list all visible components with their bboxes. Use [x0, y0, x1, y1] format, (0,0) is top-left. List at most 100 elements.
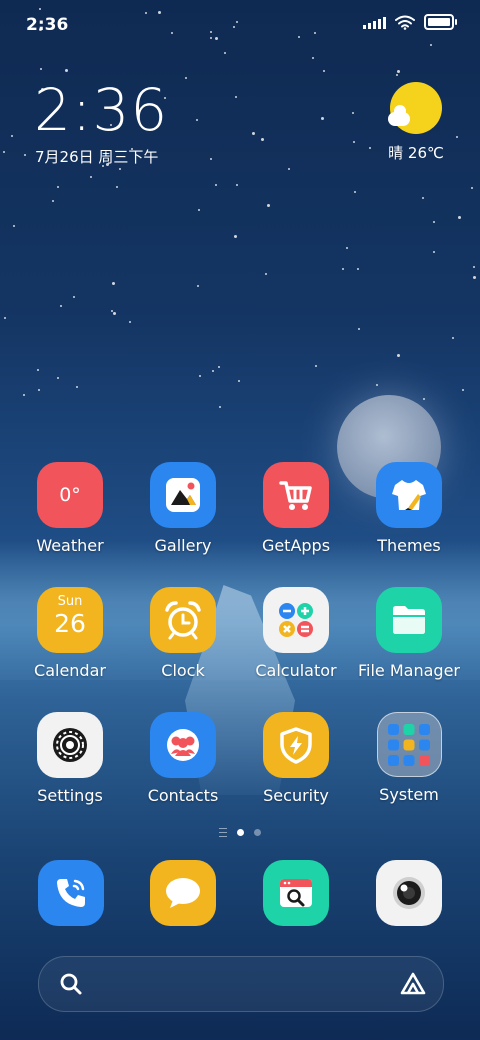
app-label: Gallery — [154, 536, 212, 555]
status-time: 2:36 — [26, 15, 69, 35]
app-label: Contacts — [147, 786, 219, 805]
star — [234, 235, 237, 238]
widget-clock[interactable]: 2:36 — [34, 78, 168, 142]
star — [369, 147, 371, 149]
app-themes[interactable]: Themes — [354, 462, 464, 555]
app-system-folder[interactable]: System — [354, 712, 464, 804]
star — [342, 268, 344, 270]
gear-icon — [37, 712, 103, 778]
app-getapps[interactable]: GetApps — [241, 462, 351, 555]
star — [261, 138, 264, 141]
search-icon[interactable] — [59, 972, 83, 996]
alarm-clock-icon — [150, 587, 216, 653]
folder-icon — [376, 587, 442, 653]
star — [65, 69, 68, 72]
star — [315, 365, 317, 367]
weather-summary: 晴 26℃ — [388, 144, 444, 162]
widget-date[interactable]: 7月26日 周三下午 — [35, 146, 158, 167]
app-label: Weather — [36, 536, 104, 555]
star — [60, 305, 62, 307]
star — [11, 135, 13, 137]
star — [397, 70, 400, 73]
signal-icon — [363, 15, 386, 29]
app-label: System — [379, 785, 439, 804]
app-label: Clock — [161, 661, 205, 680]
app-label: Calculator — [255, 661, 337, 680]
sunny-icon — [388, 82, 442, 134]
status-bar: 2:36 — [0, 0, 480, 50]
star — [265, 273, 267, 275]
star — [396, 74, 398, 76]
star — [354, 191, 356, 193]
star — [312, 57, 314, 59]
star — [376, 384, 378, 386]
star — [196, 119, 198, 121]
star — [433, 221, 435, 223]
page-dot[interactable] — [254, 829, 261, 836]
star — [346, 247, 348, 249]
star — [111, 310, 113, 312]
search-bar[interactable] — [38, 956, 444, 1012]
star — [215, 184, 217, 186]
star — [224, 52, 226, 54]
drawer-lines-icon — [219, 828, 227, 837]
star — [57, 186, 59, 188]
app-calculator[interactable]: Calculator — [241, 587, 351, 680]
gallery-icon — [150, 462, 216, 528]
battery-icon — [424, 14, 457, 30]
star — [456, 136, 458, 138]
page-dot-active[interactable] — [237, 829, 244, 836]
dock-phone[interactable] — [38, 860, 104, 926]
app-weather[interactable]: 0° Weather — [15, 462, 125, 555]
star — [113, 312, 116, 315]
star — [219, 406, 221, 408]
message-icon — [166, 878, 200, 908]
browser-search-icon — [280, 879, 312, 907]
star — [235, 96, 237, 98]
star — [353, 141, 355, 143]
star — [40, 68, 42, 70]
star — [433, 251, 435, 253]
app-settings[interactable]: Settings — [15, 712, 125, 805]
app-calendar[interactable]: Sun 26 Calendar — [15, 587, 125, 680]
star — [112, 282, 115, 285]
star — [323, 70, 325, 72]
star — [76, 386, 78, 388]
dock-browser[interactable] — [263, 860, 329, 926]
star — [473, 266, 475, 268]
star — [288, 168, 290, 170]
app-clock[interactable]: Clock — [128, 587, 238, 680]
weather-widget[interactable]: 晴 26℃ — [386, 82, 446, 163]
app-label: Themes — [377, 536, 441, 555]
phone-icon — [57, 879, 85, 907]
star — [357, 268, 359, 270]
app-contacts[interactable]: Contacts — [128, 712, 238, 805]
cart-icon — [263, 462, 329, 528]
camera-icon — [393, 877, 425, 909]
calendar-day: Sun — [57, 594, 83, 609]
folder-system-icon — [376, 712, 442, 777]
star — [24, 154, 26, 156]
app-security[interactable]: Security — [241, 712, 351, 805]
app-file-manager[interactable]: File Manager — [354, 587, 464, 680]
star — [252, 132, 255, 135]
page-indicator[interactable] — [0, 828, 480, 837]
star — [3, 151, 5, 153]
star — [23, 394, 25, 396]
dock-camera[interactable] — [376, 860, 442, 926]
app-label: Settings — [37, 786, 103, 805]
assistant-icon[interactable] — [399, 970, 427, 998]
star — [119, 168, 121, 170]
star — [198, 209, 200, 211]
star — [116, 186, 118, 188]
star — [4, 317, 6, 319]
weather-temp: 0° — [59, 484, 81, 506]
star — [13, 225, 15, 227]
app-gallery[interactable]: Gallery — [128, 462, 238, 555]
star — [185, 77, 187, 79]
star — [52, 200, 54, 202]
dock-messages[interactable] — [150, 860, 216, 926]
app-label: Security — [263, 786, 329, 805]
star — [423, 398, 425, 400]
tshirt-icon — [376, 462, 442, 528]
